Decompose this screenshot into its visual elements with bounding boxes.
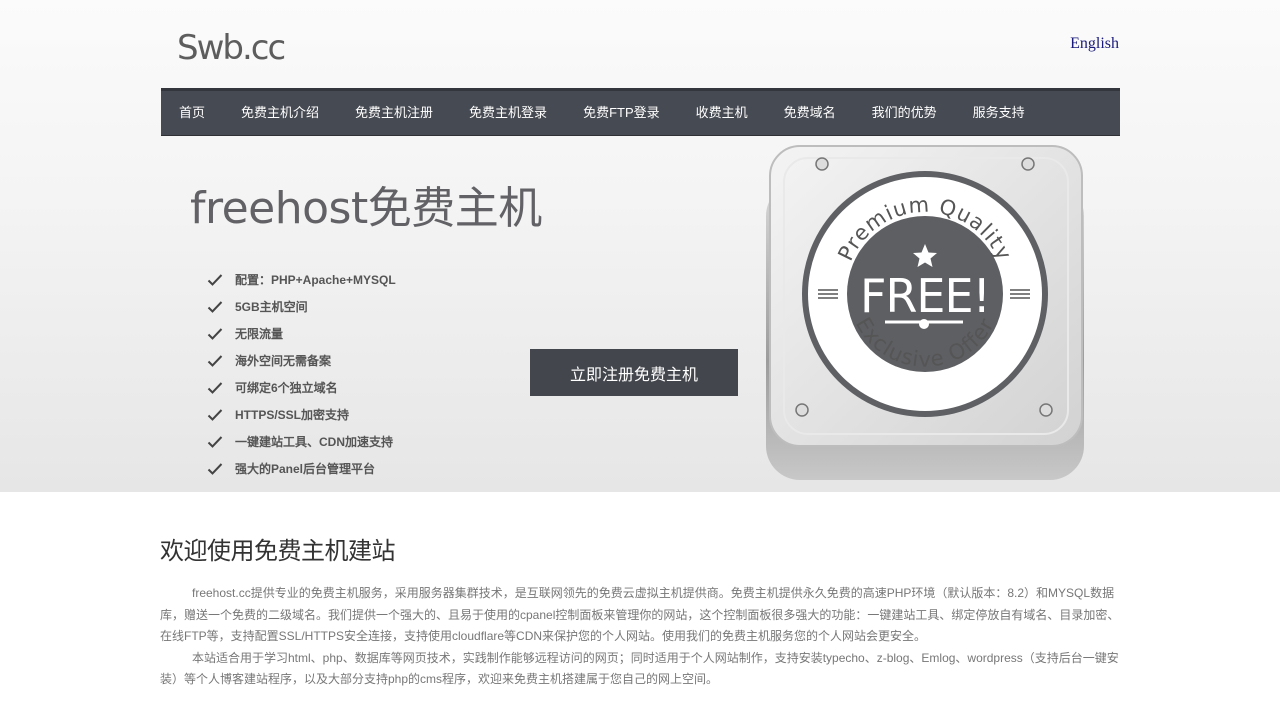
checkmark-icon xyxy=(207,327,223,340)
nav-item-free-host-login[interactable]: 免费主机登录 xyxy=(451,91,565,135)
nav-item-support[interactable]: 服务支持 xyxy=(955,91,1043,135)
nav-item-advantages[interactable]: 我们的优势 xyxy=(854,91,955,135)
feature-item: 配置：PHP+Apache+MYSQL xyxy=(207,266,396,293)
checkmark-icon xyxy=(207,300,223,313)
nav-item-free-host-intro[interactable]: 免费主机介绍 xyxy=(223,91,337,135)
feature-text: 配置：PHP+Apache+MYSQL xyxy=(235,273,396,287)
feature-text: 可绑定6个独立域名 xyxy=(235,381,338,395)
nav-item-free-domain[interactable]: 免费域名 xyxy=(766,91,854,135)
checkmark-icon xyxy=(207,462,223,475)
badge-free-text: FREE! xyxy=(860,269,990,323)
checkmark-icon xyxy=(207,354,223,367)
nav-item-paid-host[interactable]: 收费主机 xyxy=(678,91,766,135)
intro-text: freehost.cc提供专业的免费主机服务，采用服务器集群技术，是互联网领先的… xyxy=(160,583,1120,691)
feature-text: 一键建站工具、CDN加速支持 xyxy=(235,435,393,449)
feature-item: 5GB主机空间 xyxy=(207,293,396,320)
checkmark-icon xyxy=(207,273,223,286)
nav-item-free-host-register[interactable]: 免费主机注册 xyxy=(337,91,451,135)
nav-item-free-ftp-login[interactable]: 免费FTP登录 xyxy=(565,91,678,135)
feature-item: 一键建站工具、CDN加速支持 xyxy=(207,428,396,455)
intro-paragraph: freehost.cc提供专业的免费主机服务，采用服务器集群技术，是互联网领先的… xyxy=(160,586,1120,643)
checkmark-icon xyxy=(207,435,223,448)
feature-item: 海外空间无需备案 xyxy=(207,347,396,374)
feature-item: 强大的Panel后台管理平台 xyxy=(207,455,396,482)
feature-item: 可绑定6个独立域名 xyxy=(207,374,396,401)
intro-paragraph: 本站适合用于学习html、php、数据库等网页技术，实践制作能够远程访问的网页；… xyxy=(160,650,1119,687)
feature-text: 5GB主机空间 xyxy=(235,300,308,314)
checkmark-icon xyxy=(207,381,223,394)
nav-item-home[interactable]: 首页 xyxy=(161,91,223,135)
feature-list: 配置：PHP+Apache+MYSQL 5GB主机空间 无限流量 海外空间无需备… xyxy=(207,266,396,482)
english-language-link[interactable]: English xyxy=(1070,35,1119,53)
feature-text: 无限流量 xyxy=(235,327,284,341)
feature-item: HTTPS/SSL加密支持 xyxy=(207,401,396,428)
feature-text: 强大的Panel后台管理平台 xyxy=(235,462,376,476)
site-logo[interactable]: Swb.cc xyxy=(177,28,286,68)
main-nav: 首页 免费主机介绍 免费主机注册 免费主机登录 免费FTP登录 收费主机 免费域… xyxy=(161,88,1120,136)
checkmark-icon xyxy=(207,408,223,421)
free-premium-badge-image: Premium Quality Exclusive Offer FREE! xyxy=(766,145,1084,480)
feature-text: 海外空间无需备案 xyxy=(235,354,332,368)
feature-item: 无限流量 xyxy=(207,320,396,347)
hero-title: freehost免费主机 xyxy=(190,183,542,234)
feature-text: HTTPS/SSL加密支持 xyxy=(235,408,350,422)
register-free-host-button[interactable]: 立即注册免费主机 xyxy=(530,349,738,396)
welcome-title: 欢迎使用免费主机建站 xyxy=(160,537,396,565)
